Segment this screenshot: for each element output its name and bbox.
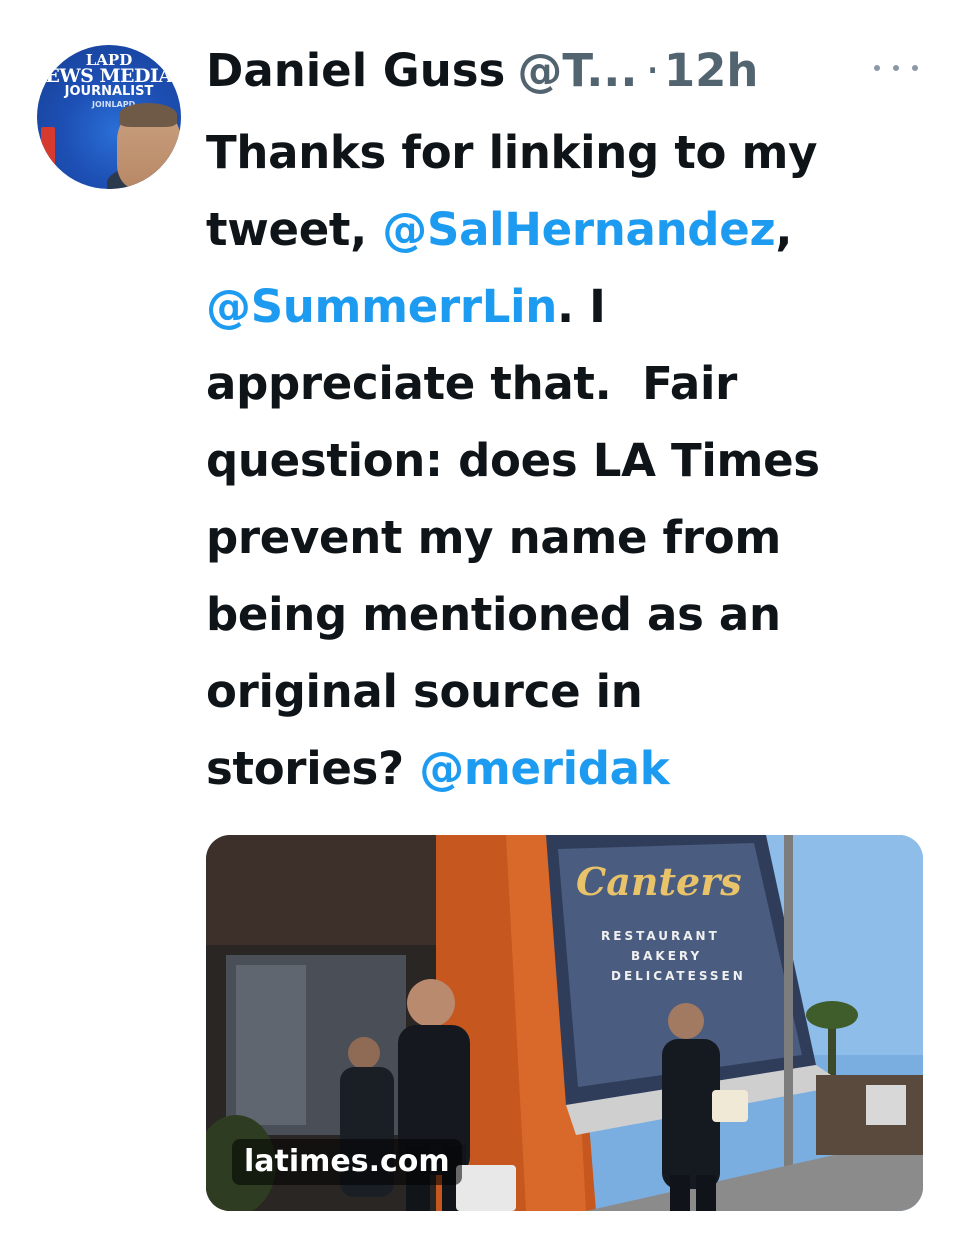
author-handle[interactable]: @T... <box>517 44 637 97</box>
avatar-badge-line: JOURNALIST <box>64 84 154 99</box>
tweet-header: Daniel Guss @T... · 12h <box>206 40 936 100</box>
tweet-text-segment: Thanks for linking to my <box>206 126 818 179</box>
more-dots-icon <box>893 65 899 71</box>
tweet-text-segment: tweet, <box>206 203 383 256</box>
svg-text:BAKERY: BAKERY <box>631 949 702 963</box>
avatar[interactable]: LAPD EWS MEDIA JOURNALIST JOINLAPD <box>37 45 181 189</box>
tweet-text-line: being mentioned as an <box>206 576 926 653</box>
tweet-text-line: question: does LA Times <box>206 422 926 499</box>
tweet-text-segment: being mentioned as an <box>206 588 781 641</box>
tweet-text-segment: , <box>775 203 793 256</box>
avatar-decoration <box>41 127 55 175</box>
tweet-text-line: stories? @meridak <box>206 730 926 807</box>
tweet-text-line: original source in <box>206 653 926 730</box>
avatar-hair <box>119 103 177 127</box>
mention-link[interactable]: @SalHernandez <box>382 203 775 256</box>
tweet-text: Thanks for linking to my tweet, @SalHerna… <box>206 114 926 807</box>
tweet-text-segment: question: does LA Times <box>206 434 820 487</box>
mention-link[interactable]: @SummerrLin <box>206 280 557 333</box>
author-name[interactable]: Daniel Guss <box>206 44 505 97</box>
more-dots-icon <box>874 65 880 71</box>
tweet-text-line: appreciate that. Fair <box>206 345 926 422</box>
tweet-text-segment: appreciate that. Fair <box>206 357 738 410</box>
tweet-text-segment: prevent my name from <box>206 511 781 564</box>
tweet-text-line: tweet, @SalHernandez, <box>206 191 926 268</box>
link-card-domain: latimes.com <box>232 1139 462 1185</box>
more-dots-icon <box>912 65 918 71</box>
tweet-timestamp[interactable]: 12h <box>664 44 759 97</box>
tweet-text-line: @SummerrLin. I <box>206 268 926 345</box>
tweet-text-line: Thanks for linking to my <box>206 114 926 191</box>
separator-dot: · <box>645 43 660 97</box>
svg-text:DELICATESSEN: DELICATESSEN <box>611 969 746 983</box>
tweet-text-line: prevent my name from <box>206 499 926 576</box>
tweet-text-segment: original source in <box>206 665 643 718</box>
mention-link[interactable]: @meridak <box>419 742 669 795</box>
link-card[interactable]: Canters RESTAURANT BAKERY DELICATESSEN l… <box>206 835 923 1211</box>
tweet-text-segment: stories? <box>206 742 420 795</box>
svg-text:Canters: Canters <box>576 859 742 904</box>
svg-text:RESTAURANT: RESTAURANT <box>601 929 720 943</box>
tweet-text-segment: . I <box>556 280 606 333</box>
more-options-button[interactable] <box>874 56 918 80</box>
